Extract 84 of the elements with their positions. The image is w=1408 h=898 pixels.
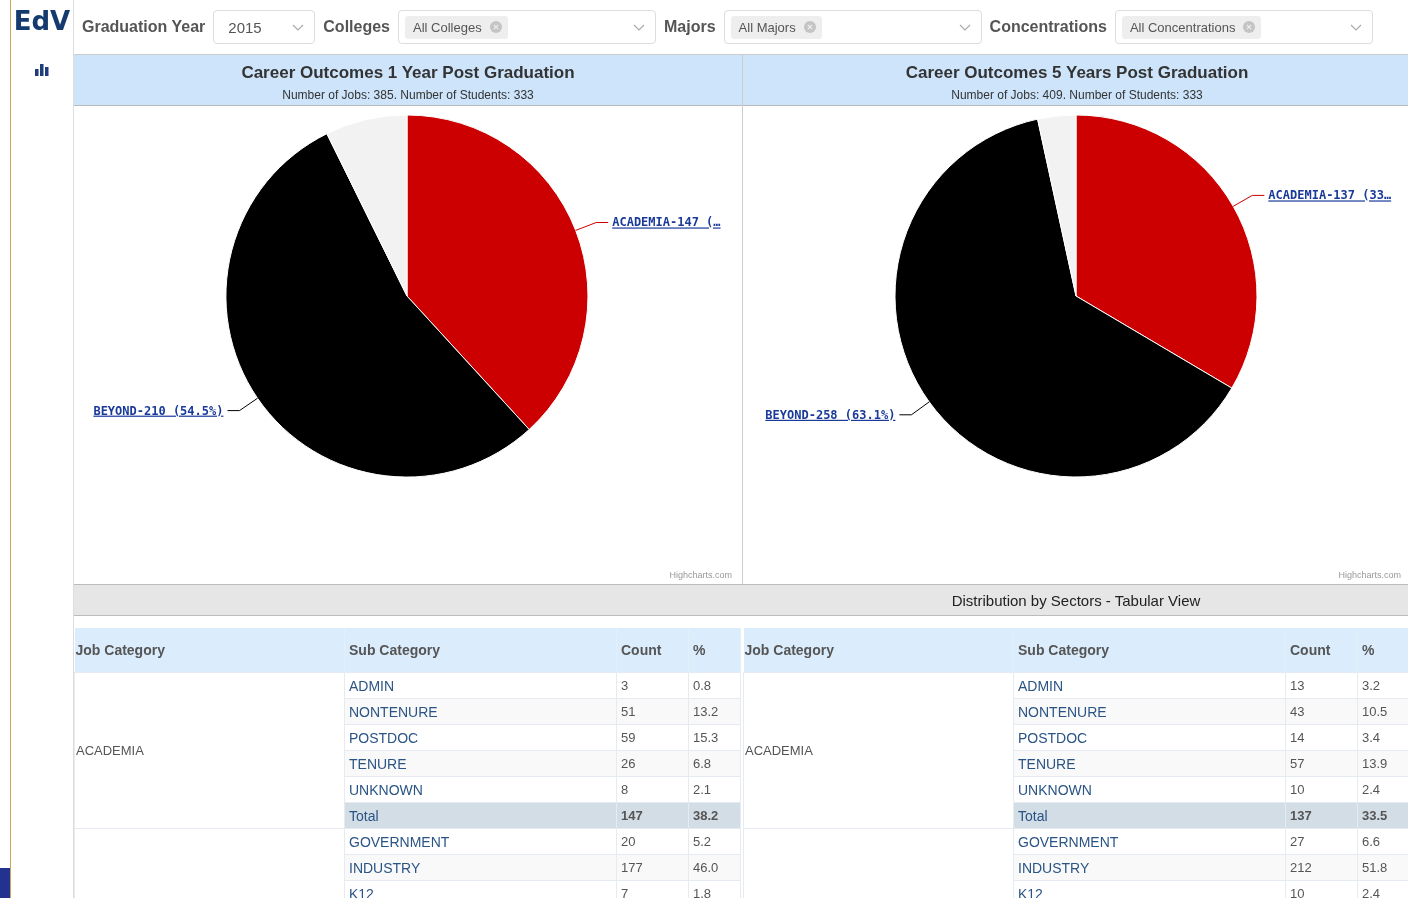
chevron-down-icon	[633, 23, 645, 31]
table-cell: 2.1	[688, 776, 741, 803]
column-header: Job Category	[74, 628, 345, 673]
leader-line	[1232, 194, 1265, 207]
sub-category-link[interactable]: NONTENURE	[1013, 698, 1286, 725]
sub-category-link[interactable]: Total	[344, 802, 617, 829]
filter-tag: All Majors	[730, 15, 822, 39]
chart-title: Career Outcomes 5 Years Post Graduation	[904, 63, 1250, 83]
section-title: Distribution by Sectors - Tabular View	[950, 591, 1202, 609]
sub-category-link[interactable]: POSTDOC	[1013, 724, 1286, 751]
sidebar-accent	[0, 868, 10, 898]
slice-label[interactable]: BEYOND-210 (54.5%)	[93, 403, 224, 418]
slice-label[interactable]: BEYOND-258 (63.1%)	[765, 407, 896, 422]
filter-label: Concentrations	[989, 18, 1107, 36]
column-header: Job Category	[743, 628, 1014, 673]
leader-line	[898, 401, 930, 416]
multi-select[interactable]: All Concentrations	[1114, 10, 1373, 44]
table-cell: ACADEMIA	[743, 672, 1014, 829]
column-header: %	[1357, 628, 1408, 673]
column-header: Count	[616, 628, 689, 673]
chevron-down-icon	[958, 23, 971, 31]
pie-slice[interactable]	[406, 114, 589, 430]
filter-label: Colleges	[323, 18, 390, 36]
table-cell: 10	[1285, 776, 1358, 803]
table-cell: 8	[616, 776, 689, 803]
table-cell: 59	[616, 724, 689, 751]
table-cell: 3	[616, 672, 689, 699]
table-cell: 0.8	[688, 672, 741, 699]
bar-chart-icon[interactable]	[35, 64, 49, 76]
table-cell: 14	[1285, 724, 1358, 751]
table-cell: 137	[1285, 802, 1358, 829]
sub-category-link[interactable]: NONTENURE	[344, 698, 617, 725]
sub-category-link[interactable]: GOVERNMENT	[344, 828, 617, 855]
filter-tag: All Concentrations	[1121, 15, 1262, 39]
table-cell: 13	[1285, 672, 1358, 699]
table-cell: 27	[1285, 828, 1358, 855]
column-header: %	[688, 628, 741, 673]
sub-category-link[interactable]: Total	[1013, 802, 1286, 829]
table-cell: 177	[616, 854, 689, 881]
sub-category-link[interactable]: GOVERNMENT	[1013, 828, 1286, 855]
slice-label[interactable]: ACADEMIA-147 (…	[612, 215, 721, 230]
sub-category-link[interactable]: INDUSTRY	[344, 854, 617, 881]
table-cell: 147	[616, 802, 689, 829]
chart-subtitle: Number of Jobs: 385. Number of Students: 333	[281, 88, 535, 102]
table-cell: 15.3	[688, 724, 741, 751]
chart-subtitle: Number of Jobs: 409. Number of Students: 333	[950, 88, 1204, 102]
pie-slice[interactable]	[225, 133, 530, 478]
sub-category-link[interactable]: ADMIN	[1013, 672, 1286, 699]
table-cell: 5.2	[688, 828, 741, 855]
multi-select[interactable]: All Majors	[723, 10, 982, 44]
table-cell: 20	[616, 828, 689, 855]
sub-category-link[interactable]: TENURE	[1013, 750, 1286, 777]
sub-category-link[interactable]: TENURE	[344, 750, 617, 777]
table-cell: 212	[1285, 854, 1358, 881]
filter-label: Graduation Year	[82, 18, 206, 36]
table-cell: 26	[616, 750, 689, 777]
sub-category-link[interactable]: INDUSTRY	[1013, 854, 1286, 881]
year-select[interactable]: 2015	[213, 10, 316, 44]
sub-category-link[interactable]: UNKNOWN	[1013, 776, 1286, 803]
pie-slice[interactable]	[326, 114, 408, 297]
chevron-down-icon	[292, 23, 305, 31]
sub-category-link[interactable]: POSTDOC	[344, 724, 617, 751]
filter-label: Majors	[664, 18, 716, 36]
sub-category-link[interactable]: UNKNOWN	[344, 776, 617, 803]
pie-slice[interactable]	[1075, 114, 1258, 389]
slice-label[interactable]: ACADEMIA-137 (33…	[1268, 188, 1392, 203]
table-cell: 51	[616, 698, 689, 725]
logo: EdV	[13, 6, 71, 36]
table-cell: 3.2	[1357, 672, 1408, 699]
pie-slice[interactable]	[1037, 114, 1077, 297]
pie-slice[interactable]	[894, 118, 1233, 478]
chevron-down-icon	[1349, 23, 1362, 31]
leader-line	[575, 222, 609, 231]
sub-category-link[interactable]: ADMIN	[344, 672, 617, 699]
table-cell: ACADEMIA	[74, 672, 345, 829]
table-cell: 43	[1285, 698, 1358, 725]
multi-select[interactable]: All Colleges	[398, 10, 656, 44]
column-header: Sub Category	[1013, 628, 1286, 673]
chart-title: Career Outcomes 1 Year Post Graduation	[240, 63, 576, 83]
column-header: Count	[1285, 628, 1358, 673]
filter-tag: All Colleges	[405, 15, 508, 39]
leader-line	[227, 397, 259, 412]
column-header: Sub Category	[344, 628, 617, 673]
table-cell: 57	[1285, 750, 1358, 777]
